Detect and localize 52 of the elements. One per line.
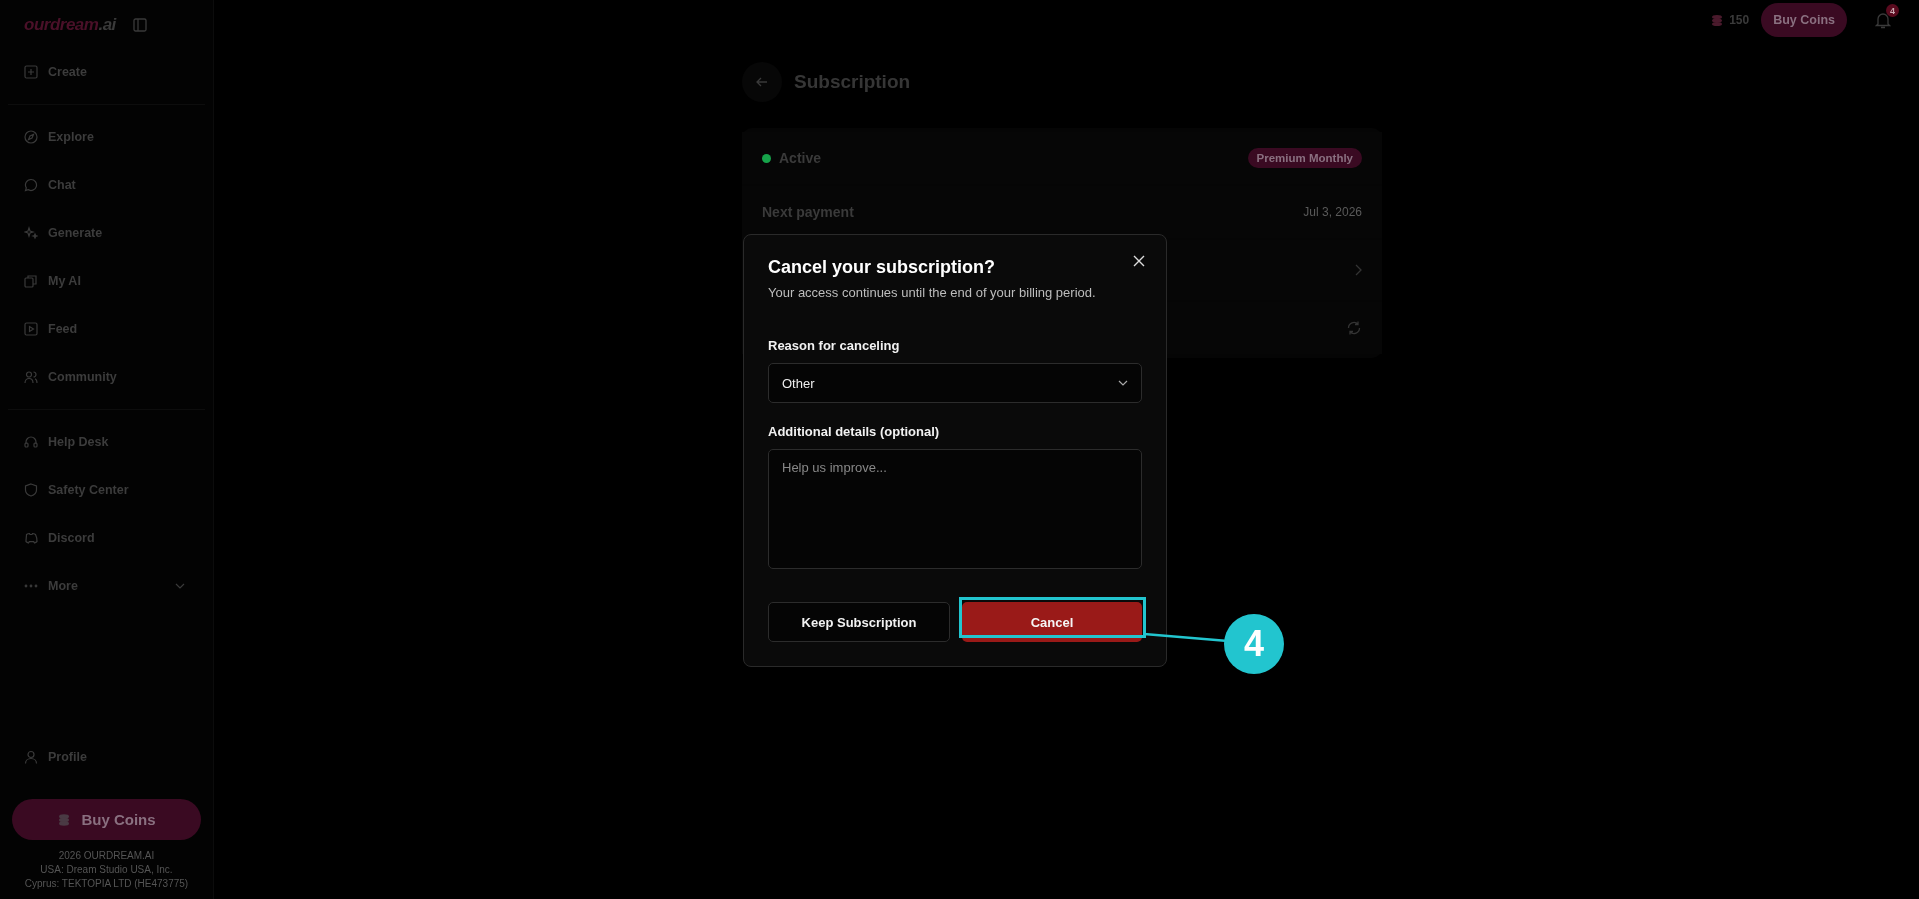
person-icon xyxy=(24,750,38,764)
details-input-field[interactable]: Help us improve... xyxy=(768,449,1142,569)
reason-dropdown[interactable]: Other xyxy=(768,363,1142,403)
headset-icon xyxy=(24,435,38,449)
sidebar-item[interactable]: More xyxy=(0,562,213,610)
chat-bubble-icon xyxy=(24,178,38,192)
sidebar-item[interactable]: Help Desk xyxy=(0,418,213,466)
play-square-icon xyxy=(24,322,38,336)
step-number-badge: 4 xyxy=(1224,614,1284,674)
coins-icon xyxy=(57,812,72,827)
next-payment-date: Jul 3, 2026 xyxy=(1303,205,1362,219)
dialog-title: Cancel your subscription? xyxy=(768,257,996,278)
sidebar-item[interactable]: Generate xyxy=(0,209,213,257)
sidebar-item[interactable]: Safety Center xyxy=(0,466,213,514)
close-icon[interactable] xyxy=(1133,255,1145,267)
plan-badge: Premium Monthly xyxy=(1247,148,1362,168)
compass-icon xyxy=(24,130,38,144)
coin-balance: 150 xyxy=(1729,13,1750,27)
sidebar-item[interactable]: My AI xyxy=(0,257,213,305)
footer-text: 2026 OURDREAM.AI xyxy=(58,850,155,861)
notification-badge: 4 xyxy=(1886,4,1899,17)
sidebar-item[interactable]: Explore xyxy=(0,113,213,161)
dialog-subtitle: Your access continues until the end of your billing period. xyxy=(768,285,1097,300)
sidebar-toggle-icon[interactable] xyxy=(133,18,147,32)
people-icon xyxy=(24,370,38,384)
profile-item[interactable]: Profile xyxy=(0,733,213,781)
sidebar-item[interactable]: Feed xyxy=(0,305,213,353)
refresh-icon[interactable] xyxy=(1346,320,1362,336)
shield-icon xyxy=(24,483,38,497)
back-button[interactable] xyxy=(742,62,782,102)
chevron-right-icon[interactable] xyxy=(1355,264,1362,276)
field-label: Additional details (optional) xyxy=(768,424,941,439)
logo-text[interactable]: ourdream.ai xyxy=(24,15,116,35)
stacked-cards-icon xyxy=(24,274,38,288)
game-controller-icon xyxy=(24,531,38,545)
footer-text: Cyprus: TEKTOPIA LTD (HE473775) xyxy=(24,878,189,889)
plus-square-icon xyxy=(24,65,38,79)
sidebar-item[interactable]: Community xyxy=(0,353,213,401)
sidebar-item[interactable]: Chat xyxy=(0,161,213,209)
field-label: Reason for canceling xyxy=(768,338,901,353)
buy-coins-button[interactable]: Buy Coins xyxy=(1761,3,1847,37)
footer-text: USA: Dream Studio USA, Inc. xyxy=(40,864,173,875)
keep-subscription-button[interactable]: Keep Subscription xyxy=(768,602,950,642)
sparkle-icon xyxy=(24,226,38,240)
buy-coins-button[interactable]: Buy Coins xyxy=(12,799,201,840)
sidebar-item[interactable]: Create xyxy=(0,48,213,96)
arrow-left-icon xyxy=(756,77,768,87)
bell-icon[interactable] xyxy=(1875,11,1891,29)
coins-icon xyxy=(1711,13,1724,27)
cancel-button[interactable]: Cancel xyxy=(962,602,1142,642)
sidebar-item[interactable]: Discord xyxy=(0,514,213,562)
chevron-down-icon xyxy=(1118,380,1128,386)
